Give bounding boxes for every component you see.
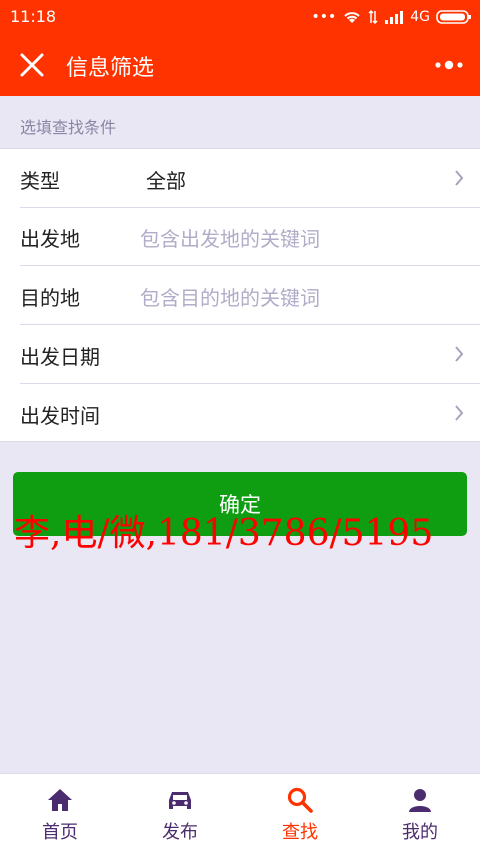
car-icon (169, 792, 191, 809)
tab-search[interactable]: 查找 (240, 774, 360, 854)
origin-label: 出发地 (20, 227, 80, 251)
date-row[interactable]: 出发日期 (20, 325, 480, 384)
destination-input[interactable]: 包含目的地的关键词 (140, 282, 320, 311)
network-type: 4G (410, 9, 430, 25)
tab-home[interactable]: 首页 (0, 774, 120, 854)
type-row[interactable]: 类型 全部 (20, 149, 480, 208)
user-icon (409, 789, 431, 812)
time-label: 出发时间 (20, 404, 100, 428)
more-dots-icon: ••• (311, 9, 337, 25)
origin-row: 出发地 包含出发地的关键词 (20, 207, 480, 266)
tab-home-label: 首页 (42, 822, 78, 843)
filter-form: 类型 全部 出发地 包含出发地的关键词 目的地 包含目的地的关键词 出发日期 出… (0, 148, 480, 442)
destination-label: 目的地 (20, 286, 80, 310)
page-title: 信息筛选 (66, 56, 155, 81)
type-label: 类型 (20, 169, 60, 193)
chevron-right-icon (455, 346, 464, 362)
tab-search-label: 查找 (282, 822, 318, 843)
origin-input[interactable]: 包含出发地的关键词 (140, 223, 320, 252)
data-transfer-icon (368, 9, 378, 25)
close-icon[interactable] (18, 51, 46, 79)
date-label: 出发日期 (20, 345, 100, 369)
bottom-tab-bar: 首页 发布 查找 我的 (0, 773, 480, 854)
status-time: 11:18 (10, 7, 57, 26)
more-options-icon[interactable] (434, 58, 464, 72)
search-icon (287, 787, 313, 813)
section-hint: 选填查找条件 (20, 118, 117, 137)
tab-mine-label: 我的 (402, 822, 438, 843)
battery-icon (436, 10, 471, 24)
status-bar: 11:18 ••• 4G (0, 0, 480, 34)
tab-mine[interactable]: 我的 (360, 774, 480, 854)
time-row[interactable]: 出发时间 (20, 384, 480, 442)
home-icon (48, 789, 72, 811)
destination-row: 目的地 包含目的地的关键词 (20, 266, 480, 325)
title-bar: 信息筛选 (0, 34, 480, 96)
type-value: 全部 (146, 169, 186, 193)
tab-publish-label: 发布 (162, 822, 198, 843)
status-icons: ••• 4G (311, 5, 472, 29)
tab-publish[interactable]: 发布 (120, 774, 240, 854)
wifi-icon (344, 12, 360, 23)
chevron-right-icon (455, 170, 464, 186)
chevron-right-icon (455, 405, 464, 421)
signal-icon (385, 11, 404, 24)
watermark-text: 李,电/微,181/3786/5195 (14, 513, 434, 554)
